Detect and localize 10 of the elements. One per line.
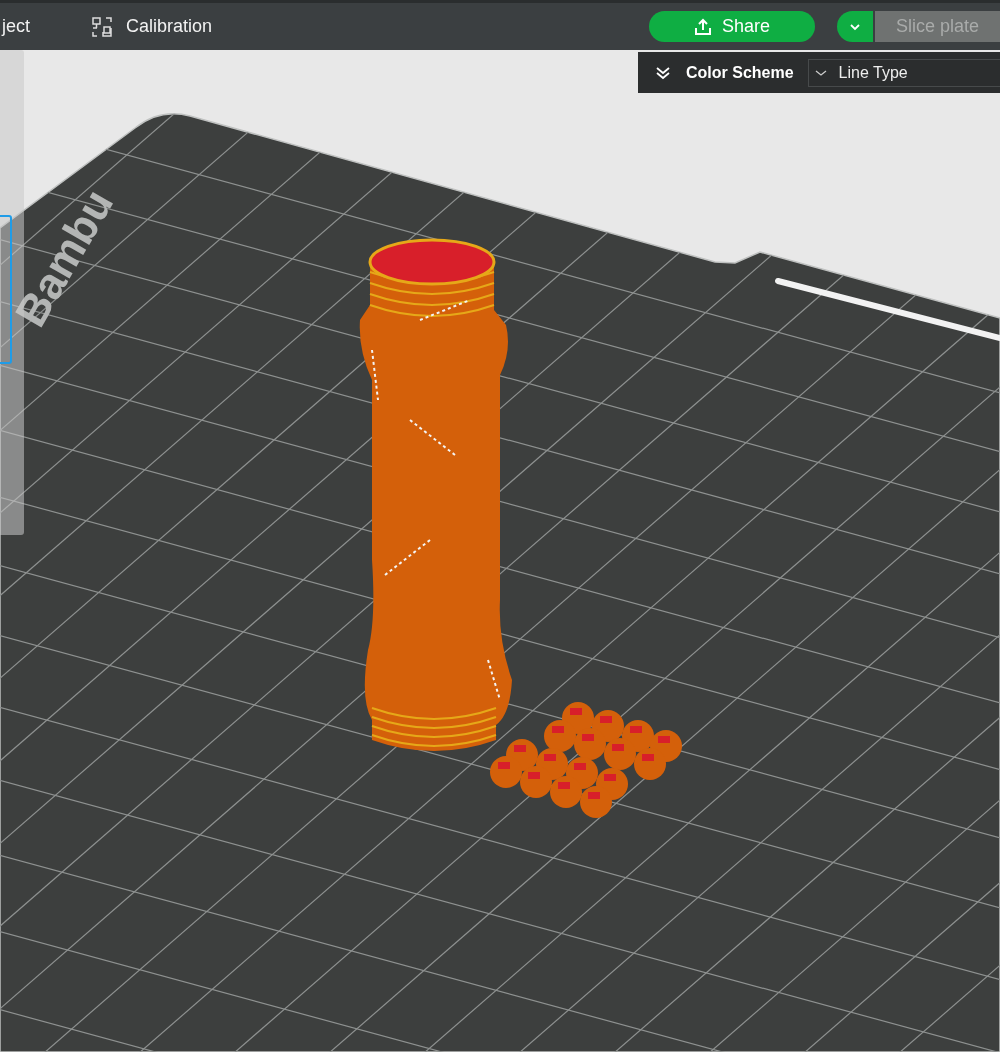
line-type-dropdown[interactable]: Line Type	[807, 58, 1000, 87]
color-scheme-label: Color Scheme	[686, 63, 794, 82]
chevron-down-icon	[814, 68, 827, 77]
chevron-down-icon	[849, 22, 861, 31]
tab[interactable]: Calibration	[90, 14, 213, 39]
double-chevron-icon[interactable]	[654, 65, 672, 80]
calibration-icon	[90, 14, 114, 39]
tab[interactable]: ject	[2, 16, 30, 37]
dropdown-button[interactable]	[837, 11, 873, 42]
upload-icon	[693, 17, 712, 36]
